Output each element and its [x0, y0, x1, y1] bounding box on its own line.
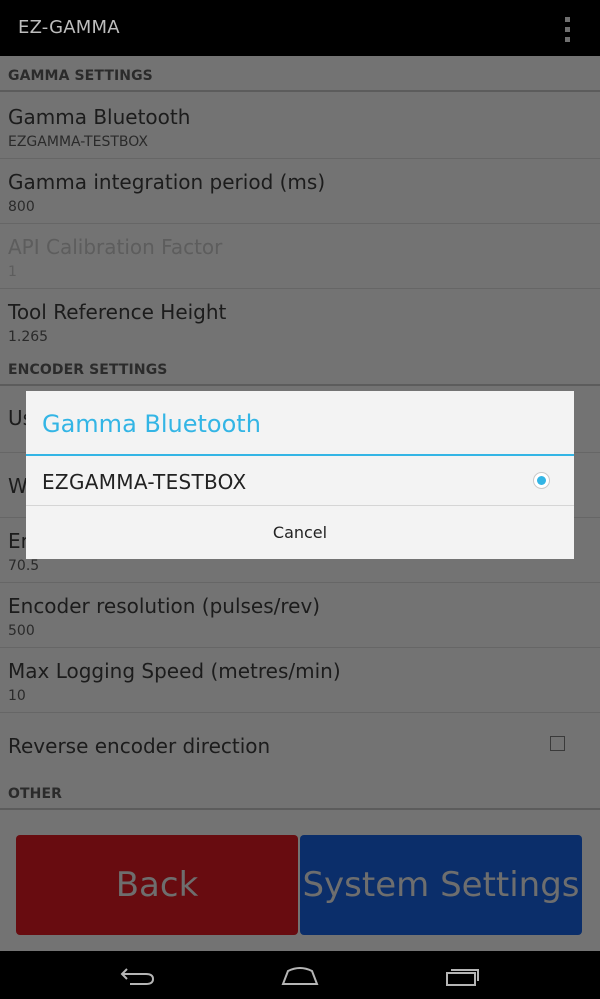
dialog-option-ezgamma-testbox[interactable]: EZGAMMA-TESTBOX: [26, 456, 574, 505]
section-encoder-settings: ENCODER SETTINGS: [0, 350, 600, 386]
pref-encoder-resolution[interactable]: Encoder resolution (pulses/rev) 500: [0, 582, 600, 648]
recent-apps-icon[interactable]: [444, 965, 482, 987]
pref-title: W: [8, 474, 28, 498]
pref-summary: 1.265: [8, 329, 49, 345]
pref-api-calibration-factor: API Calibration Factor 1: [0, 223, 600, 289]
back-icon[interactable]: [118, 965, 158, 987]
overflow-menu-icon[interactable]: [560, 14, 574, 44]
pref-summary: EZGAMMA-TESTBOX: [8, 134, 148, 150]
section-label: GAMMA SETTINGS: [8, 68, 153, 84]
section-label: OTHER: [8, 786, 63, 802]
pref-title: Max Logging Speed (metres/min): [8, 659, 341, 683]
section-gamma-settings: GAMMA SETTINGS: [0, 56, 600, 92]
pref-summary: 500: [8, 623, 35, 639]
dialog-option-label: EZGAMMA-TESTBOX: [42, 470, 247, 494]
pref-gamma-bluetooth[interactable]: Gamma Bluetooth EZGAMMA-TESTBOX: [0, 93, 600, 159]
pref-title: Gamma Bluetooth: [8, 105, 191, 129]
pref-title: Reverse encoder direction: [8, 734, 271, 758]
cancel-button[interactable]: Cancel: [26, 506, 574, 559]
section-label: ENCODER SETTINGS: [8, 362, 168, 378]
pref-title: Tool Reference Height: [8, 300, 227, 324]
app-title: EZ-GAMMA: [18, 17, 120, 38]
home-icon[interactable]: [281, 964, 319, 988]
system-settings-button[interactable]: System Settings: [300, 835, 582, 935]
pref-summary: 10: [8, 688, 26, 704]
back-button[interactable]: Back: [16, 835, 298, 935]
pref-title: Gamma integration period (ms): [8, 170, 326, 194]
gamma-bluetooth-dialog: Gamma Bluetooth EZGAMMA-TESTBOX Cancel: [26, 391, 574, 559]
pref-summary: 800: [8, 199, 35, 215]
pref-gamma-integration-period[interactable]: Gamma integration period (ms) 800: [0, 158, 600, 224]
section-divider: [0, 384, 600, 386]
dialog-title: Gamma Bluetooth: [42, 410, 261, 438]
action-bar: EZ-GAMMA: [0, 0, 600, 56]
section-divider: [0, 808, 600, 810]
reverse-encoder-checkbox[interactable]: [550, 736, 565, 751]
pref-reverse-encoder-direction[interactable]: Reverse encoder direction: [0, 712, 600, 777]
section-other: OTHER: [0, 774, 600, 810]
pref-tool-reference-height[interactable]: Tool Reference Height 1.265: [0, 288, 600, 353]
radio-selected-icon[interactable]: [533, 472, 550, 489]
pref-summary: 70.5: [8, 558, 40, 574]
pref-summary: 1: [8, 264, 17, 280]
section-divider: [0, 90, 600, 92]
navigation-bar: [0, 951, 600, 999]
pref-max-logging-speed[interactable]: Max Logging Speed (metres/min) 10: [0, 647, 600, 713]
settings-screen: EZ-GAMMA GAMMA SETTINGS Gamma Bluetooth …: [0, 0, 600, 999]
pref-title: Encoder resolution (pulses/rev): [8, 594, 321, 618]
pref-title: API Calibration Factor: [8, 235, 223, 259]
